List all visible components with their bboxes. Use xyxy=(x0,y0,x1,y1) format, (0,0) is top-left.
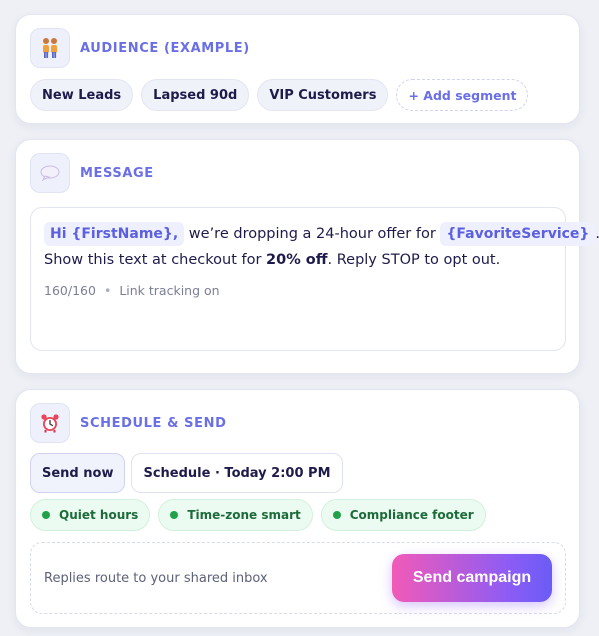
message-text-part1: we’re dropping a 24-hour offer for xyxy=(188,226,436,242)
speech-bubble-icon xyxy=(30,153,70,193)
message-title: MESSAGE xyxy=(80,165,154,181)
tag-time-zone-smart[interactable]: Time-zone smart xyxy=(158,499,313,531)
tag-compliance-footer[interactable]: Compliance footer xyxy=(320,499,486,531)
status-dot-icon xyxy=(170,511,179,519)
send-options: Send now Schedule · Today 2:00 PM xyxy=(30,453,343,493)
schedule-button[interactable]: Schedule · Today 2:00 PM xyxy=(131,453,343,493)
message-discount: 20% off xyxy=(266,252,328,268)
send-now-button[interactable]: Send now xyxy=(30,453,126,493)
segment-chip-lapsed[interactable]: Lapsed 90d xyxy=(141,79,250,111)
alarm-clock-icon xyxy=(30,403,70,443)
audience-card: AUDIENCE (EXAMPLE) New Leads Lapsed 90d … xyxy=(15,14,580,124)
schedule-tags: Quiet hours Time-zone smart Compliance f… xyxy=(30,499,486,531)
message-card: MESSAGE Hi {FirstName}, we’re dropping a… xyxy=(15,139,599,374)
audience-title: AUDIENCE (EXAMPLE) xyxy=(80,40,250,56)
segment-chip-new-leads[interactable]: New Leads xyxy=(30,79,134,111)
message-textarea[interactable]: Hi {FirstName}, we’re dropping a 24-hour… xyxy=(30,207,599,351)
message-line2-suffix: . Reply STOP to opt out. xyxy=(327,252,501,268)
send-area: Replies route to your shared inbox Send … xyxy=(30,542,566,614)
message-line-1: Hi {FirstName}, we’re dropping a 24-hour… xyxy=(44,221,599,247)
tag-label: Time-zone smart xyxy=(187,508,301,522)
segment-chips: New Leads Lapsed 90d VIP Customers + Add… xyxy=(30,79,529,111)
message-meta: 160/160 • Link tracking on xyxy=(44,283,552,298)
char-count: 160/160 xyxy=(44,283,96,298)
message-line2-prefix: Show this text at checkout for xyxy=(44,252,262,268)
tag-quiet-hours[interactable]: Quiet hours xyxy=(30,499,151,531)
reply-route-note: Replies route to your shared inbox xyxy=(44,570,268,586)
message-line-2: Show this text at checkout for 20% off. … xyxy=(44,247,552,273)
segment-chip-vip[interactable]: VIP Customers xyxy=(257,79,389,111)
schedule-header: SCHEDULE & SEND xyxy=(30,403,226,443)
token-favorite-service[interactable]: {FavoriteService} xyxy=(440,222,596,246)
schedule-card: SCHEDULE & SEND Send now Schedule · Toda… xyxy=(15,389,580,628)
add-segment-button[interactable]: + Add segment xyxy=(396,79,529,111)
schedule-title: SCHEDULE & SEND xyxy=(80,415,227,431)
people-icon xyxy=(30,28,70,68)
audience-header: AUDIENCE (EXAMPLE) xyxy=(30,28,250,68)
tag-label: Compliance footer xyxy=(349,508,474,522)
meta-separator: • xyxy=(103,283,112,298)
status-dot-icon xyxy=(42,511,50,519)
send-campaign-button[interactable]: Send campaign xyxy=(392,554,552,602)
tag-label: Quiet hours xyxy=(59,508,139,522)
message-header: MESSAGE xyxy=(30,153,154,193)
message-text-part2: . xyxy=(595,226,599,242)
link-tracking-status: Link tracking on xyxy=(119,283,220,298)
token-first-name[interactable]: Hi {FirstName}, xyxy=(44,222,185,246)
status-dot-icon xyxy=(332,511,341,519)
